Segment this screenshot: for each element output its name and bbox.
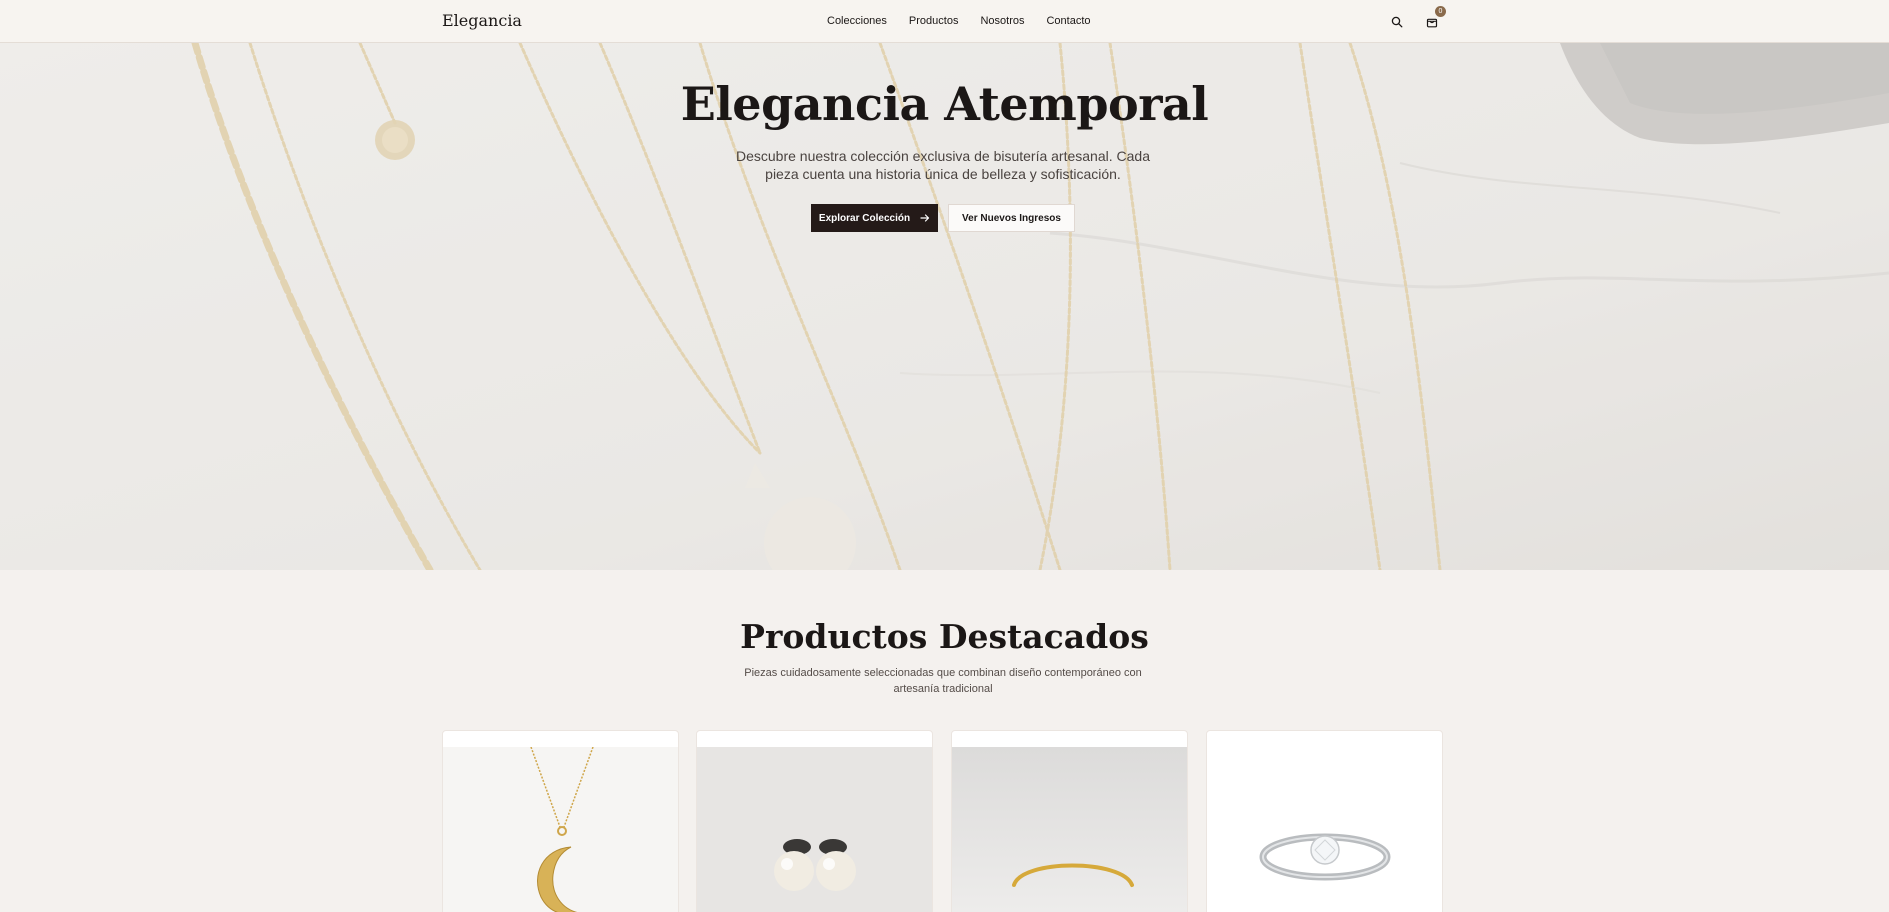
product-card-earrings[interactable] [696,730,933,912]
new-arrivals-button[interactable]: Ver Nuevos Ingresos [948,204,1075,232]
crescent-moon-necklace-image [443,747,678,912]
nav-link-colecciones[interactable]: Colecciones [827,15,887,27]
cart-count-badge: 0 [1435,6,1446,17]
featured-title: Productos Destacados [740,617,1149,656]
shopping-bag-icon [1426,18,1438,28]
gold-bracelet-image [952,747,1187,912]
search-icon [1391,16,1403,28]
brand-logo[interactable]: Elegancia [442,11,522,30]
arrow-right-icon [920,214,930,222]
main-nav: Colecciones Productos Nosotros Contacto [827,15,1091,27]
nav-link-contacto[interactable]: Contacto [1046,15,1090,27]
nav-link-productos[interactable]: Productos [909,15,959,27]
nav-link-nosotros[interactable]: Nosotros [980,15,1024,27]
hero-title: Elegancia Atemporal [680,77,1209,131]
featured-subtitle: Piezas cuidadosamente seleccionadas que … [744,667,1142,695]
product-card-necklace[interactable] [442,730,679,912]
product-card-ring[interactable] [1206,730,1443,912]
pearl-earrings-image [697,747,932,912]
search-button[interactable] [1387,12,1407,32]
hero-section: Elegancia Atemporal Descubre nuestra col… [0,43,1889,570]
explore-collection-button[interactable]: Explorar Colección [811,204,938,232]
product-card-bracelet[interactable] [951,730,1188,912]
explore-collection-label: Explorar Colección [818,212,911,224]
hero-subtitle: Descubre nuestra colección exclusiva de … [735,148,1150,182]
diamond-ring-image [1207,747,1442,912]
site-header: Elegancia Colecciones Productos Nosotros… [0,0,1889,43]
